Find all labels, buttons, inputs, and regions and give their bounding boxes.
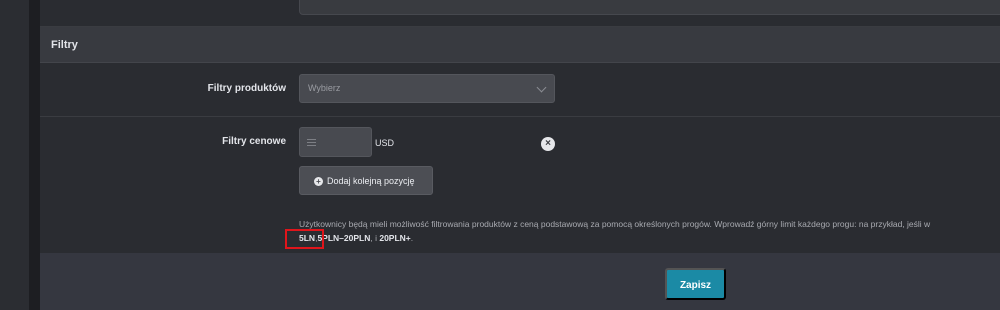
section-title: Filtry (51, 39, 78, 51)
example-threshold: 20PLN+ (379, 233, 411, 243)
help-text: Użytkownicy będą mieli możliwość filtrow… (299, 219, 931, 229)
previous-section-field (299, 0, 1000, 15)
page: Filtry Filtry produktów Wybierz Filtry c… (0, 0, 1000, 310)
form-footer: Zapisz (40, 253, 1000, 310)
example-threshold: 5LN (299, 233, 316, 243)
remove-threshold-button[interactable]: × (541, 137, 555, 151)
add-threshold-button[interactable]: + Dodaj kolejną pozycję (299, 166, 433, 195)
select-placeholder: Wybierz (308, 83, 341, 93)
price-filters-label: Filtry cenowe (222, 136, 286, 147)
plus-circle-icon: + (314, 177, 323, 186)
section-header: Filtry (40, 27, 1000, 63)
separator: . (410, 233, 414, 243)
add-threshold-label: Dodaj kolejną pozycję (327, 176, 415, 186)
close-icon: × (545, 138, 551, 149)
price-threshold-input[interactable] (299, 127, 372, 157)
sidebar-border (29, 0, 40, 310)
save-button[interactable]: Zapisz (665, 268, 726, 300)
divider (40, 116, 1000, 117)
currency-label: USD (375, 138, 395, 148)
drag-handle-icon[interactable] (307, 139, 316, 146)
chevron-down-icon (536, 82, 547, 93)
help-text-examples: 5LN,5PLN–20PLN, i 20PLN+. (299, 233, 413, 243)
product-filters-select[interactable]: Wybierz (299, 74, 555, 103)
product-filters-label: Filtry produktów (207, 83, 286, 94)
example-threshold: 5PLN–20PLN (317, 233, 371, 243)
separator: , i (370, 233, 380, 243)
left-sidebar (0, 0, 29, 310)
